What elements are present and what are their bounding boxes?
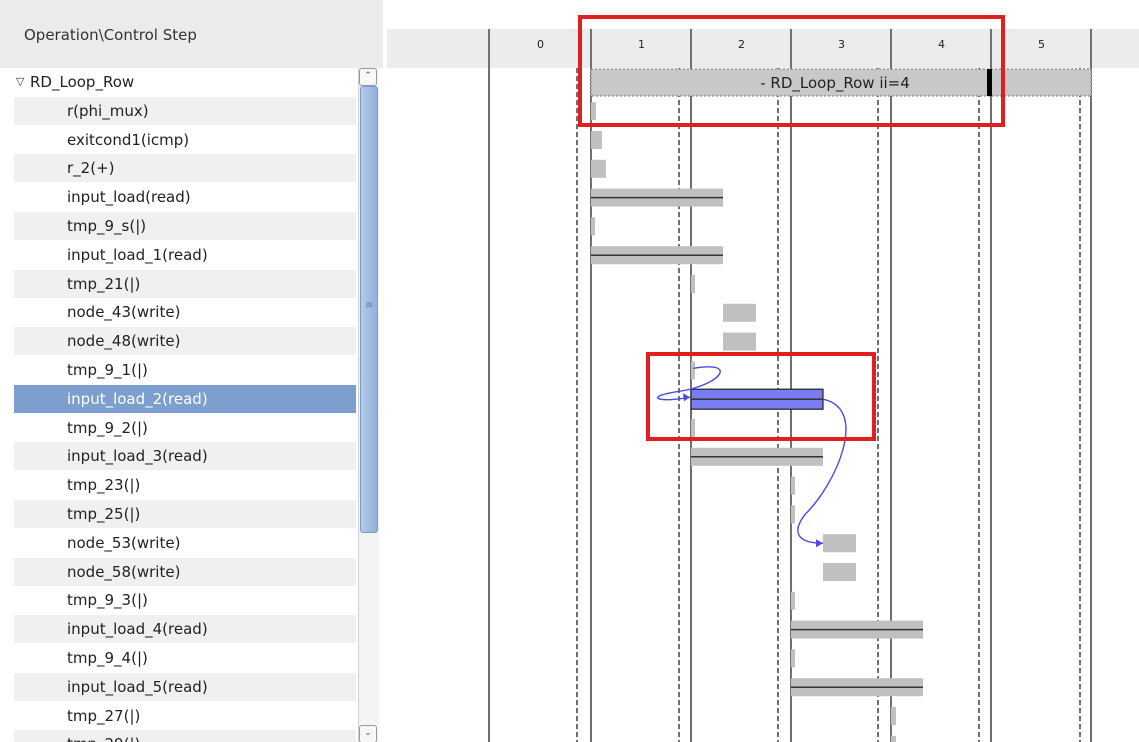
loop-bar-label: - RD_Loop_Row ii=4: [760, 74, 910, 93]
operation-bar: [591, 102, 596, 121]
tree-item-operation[interactable]: input_load_3(read): [14, 442, 356, 471]
tree-item-operation[interactable]: tmp_9_4(|): [14, 644, 356, 672]
tree-item-operation[interactable]: input_load_1(read): [14, 241, 356, 269]
tree-item-label: node_53(write): [67, 533, 181, 552]
tree-item-label: input_load_2(read): [67, 389, 208, 408]
tree-item-label: tmp_27(|): [67, 706, 141, 725]
tree-item-operation[interactable]: tmp_9_1(|): [14, 356, 356, 384]
operation-bar: [791, 476, 795, 495]
operation-bar: [791, 591, 795, 610]
tree-item-label: r_2(+): [67, 159, 115, 178]
loop-bar-marker: [987, 69, 992, 96]
tree-item-operation[interactable]: tmp_29(|): [14, 730, 356, 742]
tree-item-operation[interactable]: tmp_27(|): [14, 702, 356, 730]
arrow-head-icon: [816, 539, 823, 548]
tree-item-operation[interactable]: tmp_25(|): [14, 500, 356, 528]
tree-item-label: tmp_23(|): [67, 476, 141, 495]
tree-item-label: r(phi_mux): [67, 101, 149, 120]
schedule-viewer: 012345 - RD_Loop_Row ii=4: [387, 0, 1139, 742]
tree-item-label: tmp_9_3(|): [67, 591, 148, 610]
tree-item-label: input_load_4(read): [67, 620, 208, 639]
operation-bar: [791, 649, 795, 668]
operation-list-panel: Operation\Control Step ▽ RD_Loop_Row r(phi…: [0, 0, 383, 742]
operation-column-header: Operation\Control Step: [0, 0, 383, 68]
operation-bar: [823, 563, 856, 581]
scroll-up-arrow-icon[interactable]: ⌃: [359, 68, 377, 86]
tree-item-label: exitcond1(icmp): [67, 130, 190, 149]
tree-item-operation[interactable]: node_48(write): [14, 327, 356, 356]
tree-item-label: input_load_5(read): [67, 677, 208, 696]
operation-bar: [891, 735, 896, 742]
tree-item-label: tmp_9_4(|): [67, 649, 148, 667]
operation-bar: [691, 361, 695, 380]
operation-bar: [823, 534, 856, 553]
operation-bar: [591, 159, 606, 178]
operation-bar: [691, 419, 695, 437]
scrollbar-grip-icon: ≡: [365, 300, 374, 311]
operation-bar: [791, 505, 795, 524]
operation-bar: [723, 303, 756, 322]
tree-item-label: tmp_29(|): [67, 730, 140, 742]
tree-item-operation[interactable]: input_load(read): [14, 183, 356, 211]
dependency-arrow-out: [797, 398, 847, 544]
tree-item-label: tmp_9_2(|): [67, 418, 148, 437]
tree-item-label: RD_Loop_Row: [30, 73, 135, 91]
tree-item-label: node_48(write): [67, 332, 181, 351]
operation-bar: [891, 707, 896, 725]
tree-item-label: node_43(write): [67, 303, 181, 322]
operation-bar: [723, 332, 756, 351]
tree-item-label: tmp_9_s(|): [67, 217, 147, 235]
tree-item-operation[interactable]: node_53(write): [14, 529, 356, 557]
tree-item-loop[interactable]: ▽ RD_Loop_Row: [14, 68, 356, 96]
tree-item-operation[interactable]: input_load_5(read): [14, 672, 356, 701]
expand-triangle-icon[interactable]: ▽: [16, 68, 24, 96]
operation-column-title: Operation\Control Step: [24, 26, 197, 44]
tree-item-label: tmp_21(|): [67, 274, 141, 293]
tree-item-operation[interactable]: r(phi_mux): [14, 96, 356, 125]
tree-item-operation[interactable]: tmp_23(|): [14, 471, 356, 499]
tree-item-operation[interactable]: node_58(write): [14, 557, 356, 586]
tree-item-operation[interactable]: tmp_9_3(|): [14, 586, 356, 614]
tree-item-label: input_load_1(read): [67, 245, 208, 264]
tree-item-operation[interactable]: tmp_21(|): [14, 269, 356, 298]
tree-item-operation[interactable]: input_load_2(read): [14, 384, 356, 413]
tree-item-label: node_58(write): [67, 562, 181, 581]
operation-bar: [591, 131, 602, 149]
tree-item-label: tmp_9_1(|): [67, 361, 148, 379]
operation-bar: [591, 217, 595, 236]
arrow-head-icon: [683, 393, 690, 402]
operation-bar: [691, 275, 695, 293]
tree-item-label: input_load_3(read): [67, 447, 208, 466]
tree-item-operation[interactable]: node_43(write): [14, 298, 356, 326]
tree-item-operation[interactable]: exitcond1(icmp): [14, 126, 356, 154]
schedule-gantt: - RD_Loop_Row ii=4: [488, 15, 1092, 742]
tree-item-operation[interactable]: tmp_9_2(|): [14, 414, 356, 442]
tree-item-operation[interactable]: tmp_9_s(|): [14, 212, 356, 240]
tree-item-label: tmp_25(|): [67, 505, 141, 523]
tree-item-operation[interactable]: input_load_4(read): [14, 615, 356, 644]
tree-item-operation[interactable]: r_2(+): [14, 154, 356, 183]
tree-item-label: input_load(read): [67, 188, 191, 207]
scroll-down-arrow-icon[interactable]: ⌄: [359, 725, 377, 742]
